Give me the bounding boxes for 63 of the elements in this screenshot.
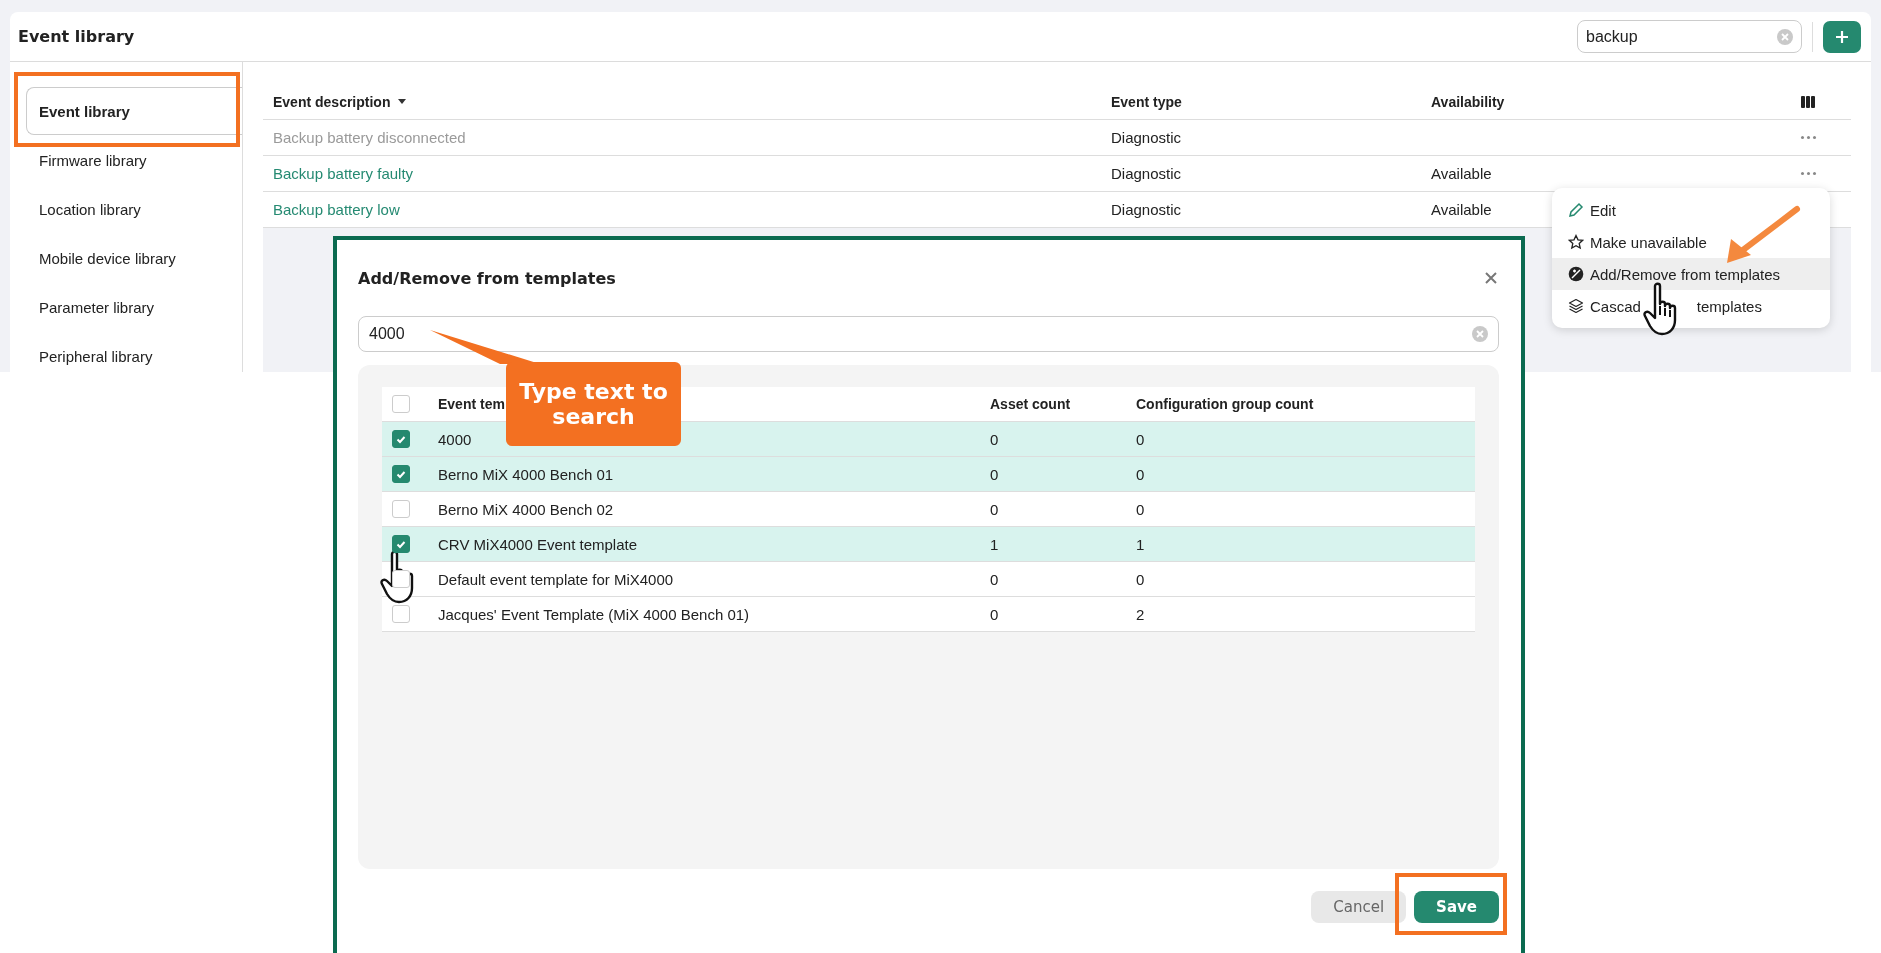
table-cell: Available (1431, 165, 1492, 182)
table-cell-text: Berno MiX 4000 Bench 01 (438, 465, 615, 483)
close-button[interactable] (1483, 270, 1499, 286)
table-cell-text: Default event template for MiX4000 (438, 570, 675, 588)
table-cell: Available (1431, 201, 1492, 218)
layers-icon (1568, 298, 1584, 314)
table-cell-text: 0 (990, 430, 1000, 448)
save-button[interactable]: Save (1414, 891, 1499, 923)
table-cell: Diagnostic (1111, 129, 1182, 146)
row-checkbox[interactable] (392, 465, 410, 483)
row-checkbox[interactable] (392, 605, 410, 623)
table-cell-text: 0 (990, 605, 1000, 623)
sort-caret-icon (398, 99, 407, 104)
table-cell-text: 0 (990, 570, 1000, 588)
search-field[interactable]: backup (1577, 20, 1802, 53)
select-all-checkbox[interactable] (392, 395, 410, 413)
menu-item-text: Cascad (1590, 297, 1641, 315)
column-header[interactable]: Event description (273, 93, 1111, 110)
menu-item[interactable]: Cascad templates (1552, 290, 1830, 322)
table-cell-text: 0 (1136, 430, 1146, 448)
table-cell-text: Berno MiX 4000 Bench 02 (438, 500, 615, 518)
callout: Type text to search (506, 362, 681, 446)
menu-item-text: templates (1696, 297, 1762, 315)
column-header: Availability (1431, 93, 1506, 110)
columns-icon[interactable] (1801, 95, 1815, 108)
cancel-button[interactable]: Cancel (1311, 891, 1407, 923)
page-title: Event library (18, 27, 136, 46)
menu-item[interactable]: Make unavailable (1552, 226, 1830, 258)
clear-icon[interactable] (1472, 326, 1488, 342)
table-cell: Diagnostic (1111, 165, 1182, 182)
plus-icon (1835, 29, 1849, 44)
star-icon (1568, 234, 1584, 250)
add-button[interactable] (1823, 20, 1861, 53)
row-checkbox[interactable] (392, 535, 410, 553)
event-link[interactable]: Backup battery faulty (273, 165, 414, 182)
event-link[interactable]: Backup battery low (273, 201, 400, 218)
table-cell: Diagnostic (1111, 201, 1182, 218)
table-cell-text: 0 (1136, 570, 1146, 588)
menu-item[interactable]: Add/Remove from templates (1552, 258, 1830, 290)
template-icon (1568, 266, 1584, 282)
table-cell-text: 2 (1136, 605, 1146, 623)
table-cell-text: 1 (990, 535, 1000, 553)
dialog-title: Add/Remove from templates (358, 268, 616, 288)
menu-item[interactable]: Edit (1552, 194, 1830, 226)
column-header: Configuration group count (1136, 396, 1315, 412)
sidebar-item[interactable]: Event library (26, 87, 242, 135)
table-cell-text: 1 (1136, 535, 1146, 553)
clear-icon[interactable] (1777, 28, 1793, 45)
table-cell-text: 0 (1136, 500, 1146, 518)
pencil-icon (1568, 202, 1584, 218)
row-checkbox[interactable] (392, 570, 410, 588)
row-checkbox[interactable] (392, 430, 410, 448)
table-cell-text: 0 (990, 465, 1000, 483)
column-header: Event tem (438, 396, 506, 412)
search-field[interactable]: 4000 (358, 316, 1499, 352)
table-cell-text: CRV MiX4000 Event template (438, 535, 638, 553)
table-cell-text: 4000 (438, 430, 473, 448)
table-cell-text: 0 (990, 500, 1000, 518)
column-header: Asset count (990, 396, 1072, 412)
column-header: Event type (1111, 93, 1183, 110)
row-checkbox[interactable] (392, 500, 410, 518)
table-cell-text: Jacques' Event Template (MiX 4000 Bench 01) (438, 605, 751, 623)
table-cell-text: 0 (1136, 465, 1146, 483)
